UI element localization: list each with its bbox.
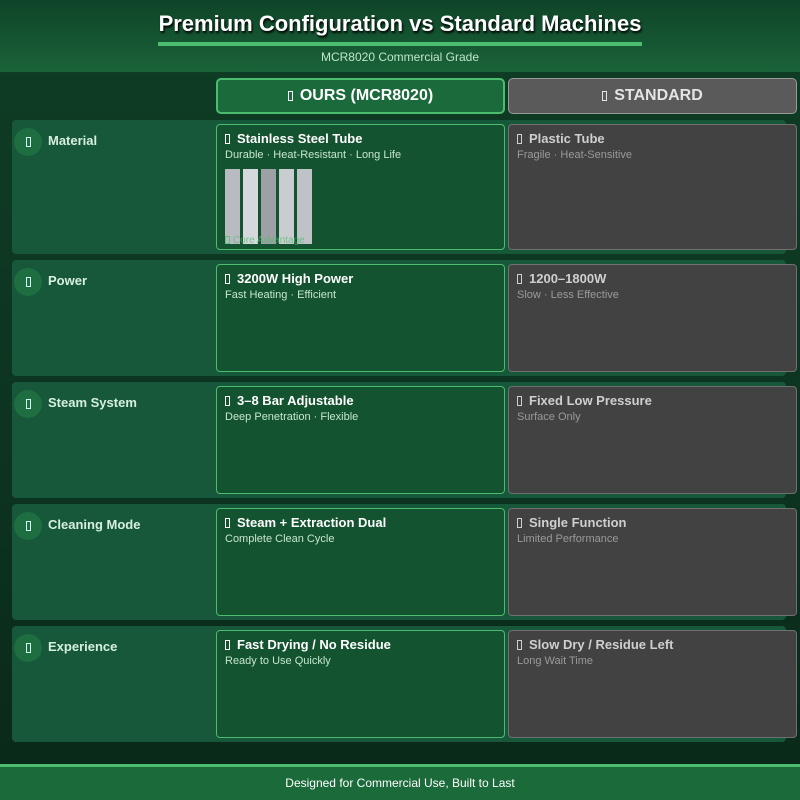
column-header-ours: OURS (MCR8020) [216,78,505,114]
check-icon [225,396,230,406]
ours-title: Steam + Extraction Dual [225,515,496,530]
check-icon [225,640,230,650]
standard-title: 1200–1800W [517,271,788,286]
ours-title: 3–8 Bar Adjustable [225,393,496,408]
cross-icon [517,274,522,284]
header: Premium Configuration vs Standard Machin… [0,0,800,72]
column-label: OURS (MCR8020) [299,87,434,104]
standard-card: Single Function Limited Performance [508,508,797,616]
row-label: Steam System [48,395,137,410]
power-icon [14,268,42,296]
column-header-standard: STANDARD [508,78,797,114]
ours-card: Stainless Steel Tube Durable · Heat-Resi… [216,124,505,250]
standard-subtitle: Slow · Less Effective [517,289,619,301]
ours-subtitle: Deep Penetration · Flexible [225,411,359,423]
ours-subtitle: Fast Heating · Efficient [225,289,337,301]
material-icon [14,128,42,156]
ours-subtitle: Complete Clean Cycle [225,533,335,545]
cross-icon [517,640,522,650]
check-icon [225,518,230,528]
ours-title: Fast Drying / No Residue [225,637,496,652]
column-label: STANDARD [614,87,703,104]
ours-card: Fast Drying / No Residue Ready to Use Qu… [216,630,505,738]
page-title: Premium Configuration vs Standard Machin… [158,11,642,36]
core-advantage-note: Core Advantage [225,235,305,246]
ours-card: 3200W High Power Fast Heating · Efficien… [216,264,505,372]
check-icon [225,134,230,144]
standard-subtitle: Long Wait Time [517,655,594,667]
standard-title: Slow Dry / Residue Left [517,637,788,652]
standard-subtitle: Limited Performance [517,533,619,545]
ours-subtitle: Durable · Heat-Resistant · Long Life [225,149,402,161]
title-underline [158,42,642,46]
row-label: Power [48,273,88,288]
standard-title: Single Function [517,515,788,530]
cross-icon [517,134,522,144]
standard-card: Plastic Tube Fragile · Heat-Sensitive [508,124,797,250]
standard-title: Plastic Tube [517,131,788,146]
standard-subtitle: Fragile · Heat-Sensitive [517,149,632,161]
footer: Designed for Commercial Use, Built to La… [0,764,800,800]
experience-icon [14,634,42,662]
steam-icon [14,390,42,418]
cleaning-icon [14,512,42,540]
box-icon [602,91,608,101]
star-icon [225,236,230,244]
row-label: Cleaning Mode [48,517,141,532]
standard-card: 1200–1800W Slow · Less Effective [508,264,797,372]
steel-tubes-illustration [225,169,312,244]
cross-icon [517,396,522,406]
standard-card: Fixed Low Pressure Surface Only [508,386,797,494]
ours-card: Steam + Extraction Dual Complete Clean C… [216,508,505,616]
row-label: Experience [48,639,118,654]
ours-card: 3–8 Bar Adjustable Deep Penetration · Fl… [216,386,505,494]
ours-subtitle: Ready to Use Quickly [225,655,331,667]
standard-title: Fixed Low Pressure [517,393,788,408]
check-icon [225,274,230,284]
standard-subtitle: Surface Only [517,411,581,423]
cross-icon [517,518,522,528]
ours-title: Stainless Steel Tube [225,131,496,146]
trophy-icon [287,91,293,101]
row-label: Material [48,133,98,148]
standard-card: Slow Dry / Residue Left Long Wait Time [508,630,797,738]
page-subtitle: MCR8020 Commercial Grade [320,50,480,64]
ours-title: 3200W High Power [225,271,496,286]
